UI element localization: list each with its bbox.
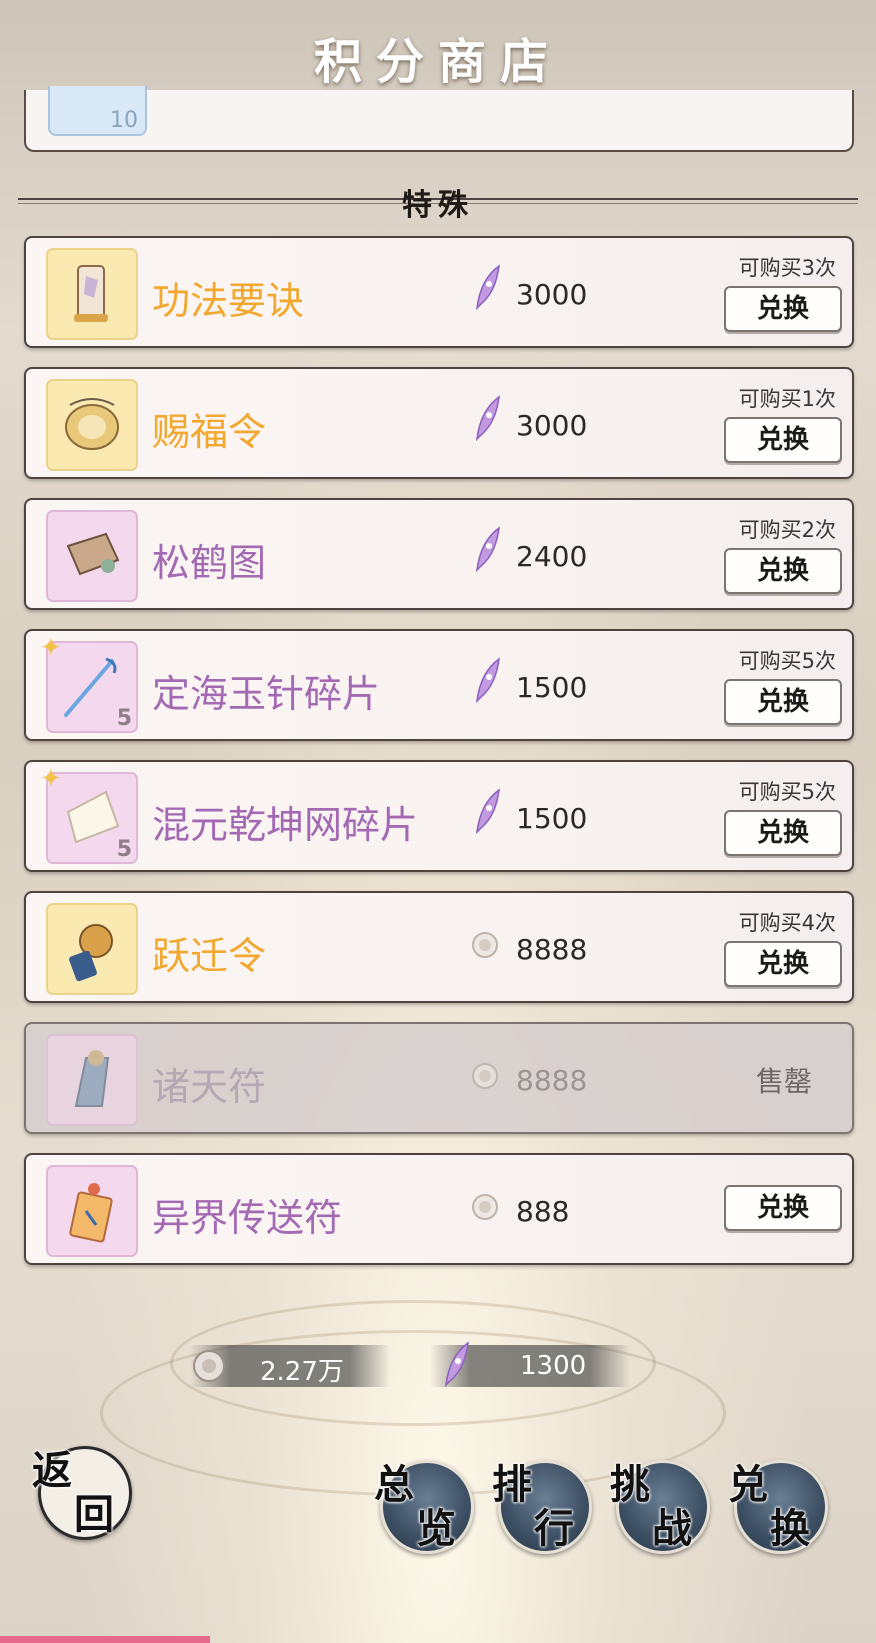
overview-button[interactable]: 总 览	[374, 1460, 474, 1554]
item-price: 888	[516, 1195, 570, 1228]
item-icon-frame	[46, 510, 138, 602]
item-icon-frame: ✦ 5	[40, 635, 138, 733]
exchange-tab-button-char-2: 换	[770, 1505, 810, 1552]
fragment-quantity: 5	[116, 837, 132, 862]
shop-item-row: 跃迁令 8888 可购买4次 兑换	[24, 891, 854, 1003]
item-icon-frame	[46, 379, 138, 471]
purple-feather-icon	[475, 395, 500, 442]
rank-button-char-1: 排	[492, 1461, 532, 1508]
coin-balance: 2.27万	[260, 1357, 344, 1387]
back-button[interactable]: 返 回	[32, 1446, 132, 1540]
scroll-bundle-icon	[74, 265, 108, 322]
painting-scroll-icon	[66, 532, 120, 576]
silver-coin-icon	[472, 1194, 498, 1220]
item-name: 松鹤图	[152, 541, 267, 585]
item-price: 3000	[516, 409, 588, 442]
fragment-quantity: 5	[116, 706, 132, 731]
item-price: 3000	[516, 278, 588, 311]
item-icon-frame	[46, 1165, 138, 1257]
purchase-limit: 可购买1次	[738, 387, 836, 411]
challenge-button-char-1: 挑	[610, 1461, 650, 1508]
silver-coin-icon	[472, 932, 498, 958]
silver-coin-icon	[472, 1063, 498, 1089]
rank-button[interactable]: 排 行	[492, 1460, 592, 1554]
section-label: 特殊	[402, 188, 474, 223]
exchange-button[interactable]: 兑换	[724, 810, 842, 856]
exchange-button[interactable]: 兑换	[724, 548, 842, 594]
currency-bar: 2.27万 1300	[190, 1341, 630, 1388]
item-price: 8888	[516, 1064, 588, 1097]
exchange-button[interactable]: 兑换	[724, 417, 842, 463]
bottom-progress-strip	[0, 1636, 210, 1643]
fragment-star-icon: ✦	[40, 764, 62, 794]
page-title: 积分商店	[313, 34, 562, 90]
item-name: 异界传送符	[152, 1196, 343, 1240]
purple-feather-icon	[475, 526, 500, 573]
exchange-tab-button-char-1: 兑	[728, 1461, 768, 1508]
shop-item-row: 异界传送符 888 兑换	[24, 1153, 854, 1265]
purchase-limit: 可购买4次	[738, 911, 836, 935]
shop-item-row: 功法要诀 3000 可购买3次 兑换	[24, 236, 854, 348]
item-name: 定海玉针碎片	[152, 672, 381, 716]
item-name: 混元乾坤网碎片	[152, 803, 419, 847]
item-name: 诸天符	[152, 1065, 267, 1109]
silver-coin-icon	[193, 1350, 225, 1382]
sold-out-label: 售罄	[755, 1065, 812, 1098]
item-icon-frame	[46, 1034, 138, 1126]
exchange-button[interactable]: 兑换	[724, 941, 842, 987]
shop-item-row: ✦ 5 混元乾坤网碎片 1500 可购买5次 兑换	[24, 760, 854, 872]
purchase-limit: 可购买5次	[738, 649, 836, 673]
challenge-button-char-2: 战	[652, 1505, 692, 1552]
shop-item-row: 松鹤图 2400 可购买2次 兑换	[24, 498, 854, 610]
overview-button-char-1: 总	[374, 1461, 414, 1508]
fragment-star-icon: ✦	[40, 633, 62, 663]
purchase-limit: 可购买3次	[738, 256, 836, 280]
purple-feather-icon	[475, 788, 500, 835]
item-price: 2400	[516, 540, 588, 573]
exchange-button[interactable]: 兑换	[724, 1185, 842, 1231]
back-button-char-1: 返	[32, 1447, 72, 1494]
item-price: 1500	[516, 802, 588, 835]
partial-item-quantity: 10	[110, 108, 138, 133]
purchase-limit: 可购买5次	[738, 780, 836, 804]
item-price: 1500	[516, 671, 588, 704]
teleport-talisman-icon	[69, 1183, 113, 1243]
exchange-tab-button[interactable]: 兑 换	[728, 1460, 828, 1554]
item-icon-frame	[46, 903, 138, 995]
item-icon-frame: ✦ 5	[40, 766, 138, 864]
item-price: 8888	[516, 933, 588, 966]
shop-item-row-sold-out: 诸天符 8888 售罄	[24, 1022, 854, 1134]
item-name: 功法要诀	[152, 279, 305, 323]
partial-item-card: 10	[24, 86, 854, 152]
item-icon-frame	[46, 248, 138, 340]
shop-item-row: 赐福令 3000 可购买1次 兑换	[24, 367, 854, 479]
heaven-talisman-icon	[74, 1050, 110, 1107]
overview-button-char-2: 览	[416, 1505, 456, 1552]
purple-feather-icon	[475, 657, 500, 704]
blessing-token-icon	[65, 398, 119, 450]
purple-feather-icon	[444, 1341, 469, 1388]
item-name: 赐福令	[152, 410, 267, 454]
exchange-button[interactable]: 兑换	[724, 286, 842, 332]
transition-token-icon	[69, 924, 113, 982]
feather-balance: 1300	[520, 1351, 587, 1381]
shop-item-row: ✦ 5 定海玉针碎片 1500 可购买5次 兑换	[24, 629, 854, 741]
rank-button-char-2: 行	[534, 1505, 574, 1552]
challenge-button[interactable]: 挑 战	[610, 1460, 710, 1554]
exchange-button[interactable]: 兑换	[724, 679, 842, 725]
purple-feather-icon	[475, 264, 500, 311]
purchase-limit: 可购买2次	[738, 518, 836, 542]
back-button-char-2: 回	[74, 1491, 114, 1538]
item-name: 跃迁令	[152, 934, 267, 978]
